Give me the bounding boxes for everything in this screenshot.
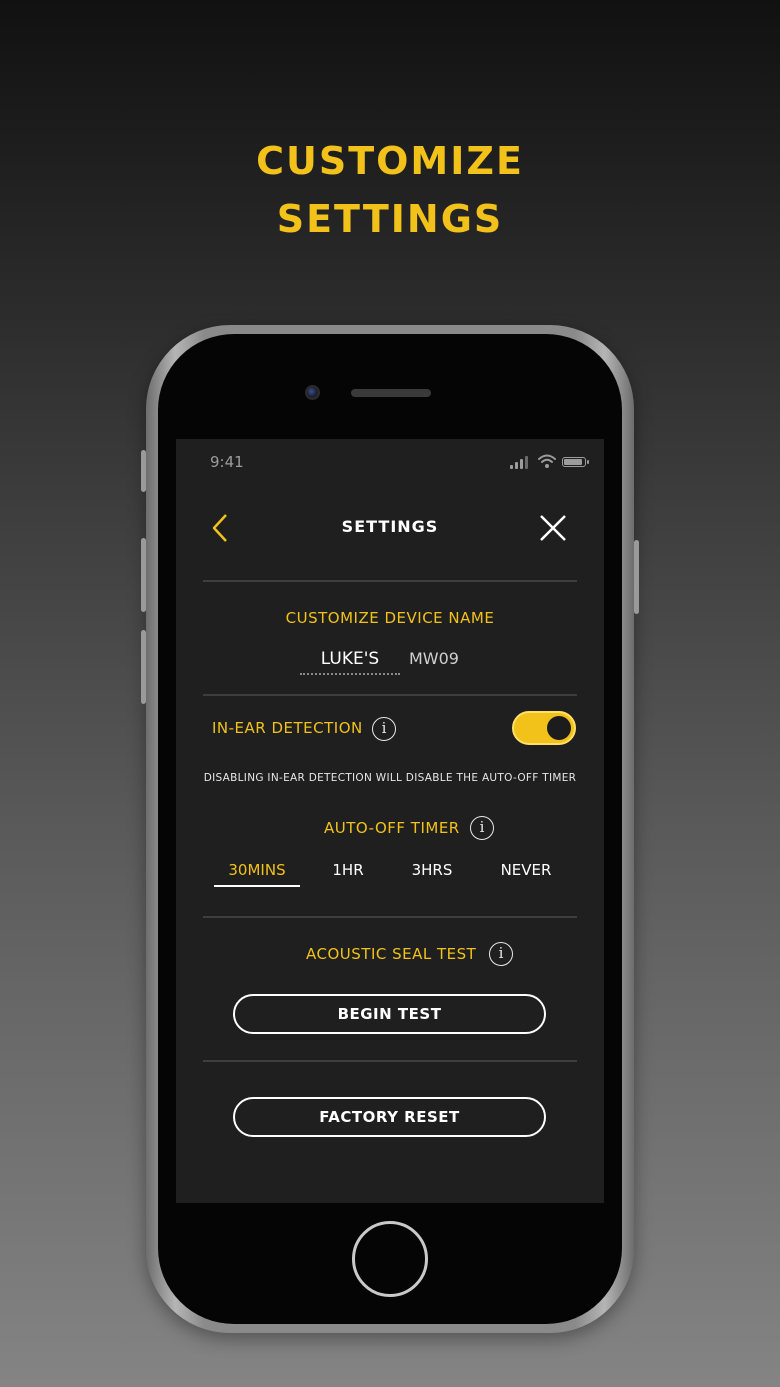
app-screen: 9:41 SETTINGS CUSTOMIZE DEVICE NAME LUKE… <box>176 439 604 1203</box>
front-camera <box>305 385 320 400</box>
signal-icon-bar-4 <box>525 456 528 469</box>
signal-icon-bar-3 <box>520 459 523 469</box>
in-ear-info-icon[interactable]: i <box>372 717 396 741</box>
in-ear-detection-note: DISABLING IN-EAR DETECTION WILL DISABLE … <box>203 772 577 784</box>
headline: CUSTOMIZE SETTINGS <box>0 132 780 248</box>
headline-line-1: CUSTOMIZE <box>256 139 524 183</box>
auto-off-timer-label: AUTO-OFF TIMER <box>324 819 460 837</box>
battery-nub <box>587 460 589 464</box>
signal-icon <box>510 465 513 469</box>
device-model-suffix: MW09 <box>409 649 459 668</box>
phone-volume-down-button <box>141 630 146 704</box>
divider <box>203 580 577 582</box>
signal-icon-bar-2 <box>515 462 518 469</box>
timer-option-3hrs[interactable]: 3HRS <box>398 861 466 879</box>
timer-selected-underline <box>214 885 300 887</box>
device-name-row: LUKE'S MW09 <box>176 647 604 677</box>
auto-off-info-icon[interactable]: i <box>470 816 494 840</box>
status-time: 9:41 <box>210 453 244 471</box>
home-button[interactable] <box>352 1221 428 1297</box>
device-name-input[interactable]: LUKE'S <box>300 647 400 675</box>
close-icon[interactable] <box>538 513 568 543</box>
battery-icon <box>562 457 586 467</box>
phone-power-button <box>634 540 639 614</box>
timer-option-never[interactable]: NEVER <box>488 861 564 879</box>
divider <box>203 916 577 918</box>
begin-test-button[interactable]: BEGIN TEST <box>233 994 546 1034</box>
divider <box>203 694 577 696</box>
wifi-icon <box>538 454 556 468</box>
headline-line-2: SETTINGS <box>276 197 504 241</box>
phone-mute-switch <box>141 450 146 492</box>
timer-option-1hr[interactable]: 1HR <box>318 861 378 879</box>
device-name-label: CUSTOMIZE DEVICE NAME <box>285 609 495 627</box>
in-ear-detection-toggle[interactable] <box>512 711 576 745</box>
in-ear-detection-label: IN-EAR DETECTION <box>212 719 363 737</box>
acoustic-info-icon[interactable]: i <box>489 942 513 966</box>
acoustic-seal-test-label: ACOUSTIC SEAL TEST <box>306 945 477 963</box>
phone-volume-up-button <box>141 538 146 612</box>
timer-option-30mins[interactable]: 30MINS <box>214 861 300 879</box>
status-icons <box>510 454 590 469</box>
divider <box>203 1060 577 1062</box>
earpiece-speaker <box>351 389 431 397</box>
factory-reset-button[interactable]: FACTORY RESET <box>233 1097 546 1137</box>
toggle-knob <box>547 716 571 740</box>
